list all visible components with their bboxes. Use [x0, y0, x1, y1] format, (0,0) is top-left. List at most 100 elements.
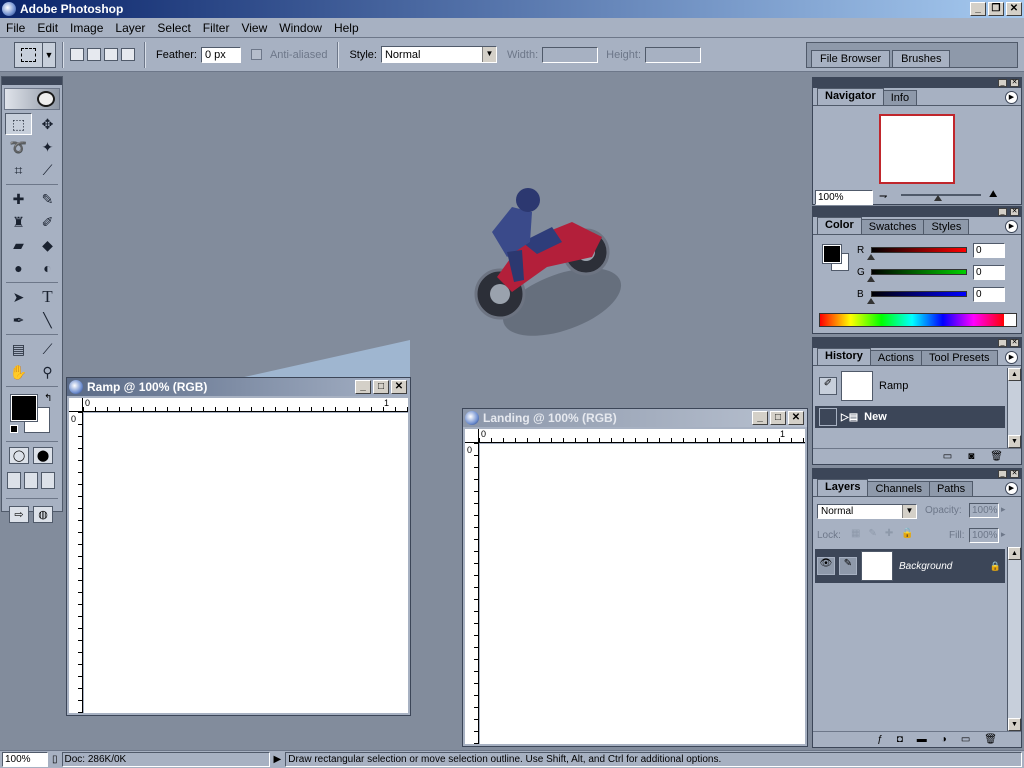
- layer-style-icon[interactable]: ƒ: [877, 734, 883, 745]
- scroll-down-arrow[interactable]: ▼: [1008, 718, 1021, 731]
- g-value-field[interactable]: 0: [973, 265, 1005, 280]
- tab-tool-presets[interactable]: Tool Presets: [920, 350, 998, 365]
- path-selection-tool-icon[interactable]: ➤: [5, 286, 32, 308]
- adobe-online-logo[interactable]: [4, 88, 60, 110]
- history-state-selected[interactable]: ▷▤ New: [815, 406, 1005, 428]
- palette-menu-icon[interactable]: ▶: [1005, 91, 1018, 104]
- scroll-up-arrow[interactable]: ▲: [1008, 368, 1021, 381]
- full-screen-menu-mode-icon[interactable]: [24, 472, 38, 489]
- brush-icon[interactable]: ✎: [839, 557, 857, 575]
- r-slider[interactable]: [871, 247, 967, 253]
- doc-close-button[interactable]: ✕: [788, 411, 804, 425]
- swap-colors-icon[interactable]: ↰: [44, 393, 52, 404]
- g-slider-thumb[interactable]: [867, 276, 875, 282]
- file-browser-tab[interactable]: File Browser: [811, 50, 891, 67]
- crop-tool-icon[interactable]: ⌗: [5, 159, 32, 181]
- palette-minimize-button[interactable]: _: [998, 79, 1007, 87]
- minimize-button[interactable]: _: [970, 2, 986, 16]
- new-document-from-state-icon[interactable]: ▭: [943, 451, 952, 462]
- quick-mask-mode-icon[interactable]: ⬤: [33, 447, 53, 464]
- status-doc-icon[interactable]: ▯: [52, 754, 58, 765]
- layer-row-background[interactable]: 👁 ✎ Background 🔒: [815, 549, 1005, 583]
- eyedropper-tool-icon[interactable]: ⟋: [34, 338, 61, 360]
- clone-stamp-tool-icon[interactable]: ♜: [5, 211, 32, 233]
- palette-minimize-button[interactable]: _: [998, 470, 1007, 478]
- standard-mode-icon[interactable]: ◯: [9, 447, 29, 464]
- dodge-tool-icon[interactable]: ◐: [34, 257, 61, 279]
- tool-preset-picker[interactable]: ▼: [14, 41, 56, 68]
- tab-actions[interactable]: Actions: [869, 350, 922, 365]
- palette-header[interactable]: _ ✕: [813, 469, 1021, 479]
- zoom-tool-icon[interactable]: ⚲: [34, 361, 61, 383]
- antialiased-checkbox[interactable]: [250, 49, 262, 60]
- slice-tool-icon[interactable]: ⟋: [34, 159, 61, 181]
- slider-thumb[interactable]: [934, 195, 942, 201]
- brushes-tab[interactable]: Brushes: [892, 50, 951, 67]
- ruler-origin[interactable]: [465, 429, 479, 443]
- adjustment-layer-icon[interactable]: ◑: [941, 734, 947, 745]
- ruler-origin[interactable]: [69, 398, 83, 412]
- palette-menu-icon[interactable]: ▶: [1005, 482, 1018, 495]
- new-snapshot-icon[interactable]: ◙: [968, 451, 974, 462]
- fill-field[interactable]: 100%: [969, 528, 999, 543]
- photoshop-app-icon[interactable]: [2, 2, 16, 16]
- navigator-thumbnail[interactable]: [879, 114, 955, 184]
- tab-info[interactable]: Info: [882, 90, 918, 105]
- imageready-icon[interactable]: ◍: [33, 506, 53, 523]
- type-tool-icon[interactable]: T: [34, 286, 61, 308]
- trash-icon[interactable]: 🗑: [984, 734, 997, 745]
- canvas-landing[interactable]: [480, 444, 805, 744]
- palette-header[interactable]: _ ✕: [813, 338, 1021, 348]
- zoom-out-icon[interactable]: ⇁: [879, 191, 887, 202]
- jump-to-imageready-icon[interactable]: ⇨: [9, 506, 29, 523]
- menu-edit[interactable]: Edit: [31, 21, 64, 35]
- menu-image[interactable]: Image: [64, 21, 109, 35]
- doc-close-button[interactable]: ✕: [391, 380, 407, 394]
- canvas-ramp[interactable]: [84, 413, 408, 713]
- scroll-up-arrow[interactable]: ▲: [1008, 547, 1021, 560]
- palette-header[interactable]: _ ✕: [813, 78, 1021, 88]
- menu-layer[interactable]: Layer: [109, 21, 151, 35]
- close-button[interactable]: ✕: [1006, 2, 1022, 16]
- palette-menu-icon[interactable]: ▶: [1005, 351, 1018, 364]
- full-screen-mode-icon[interactable]: [41, 472, 55, 489]
- palette-minimize-button[interactable]: _: [998, 339, 1007, 347]
- opacity-arrow-icon[interactable]: ▸: [1001, 504, 1006, 515]
- palette-header[interactable]: _ ✕: [813, 207, 1021, 217]
- tab-layers[interactable]: Layers: [817, 479, 869, 496]
- fill-arrow-icon[interactable]: ▸: [1001, 529, 1006, 540]
- line-tool-icon[interactable]: ╲: [34, 309, 61, 331]
- lock-icons[interactable]: ▦✎✚🔒: [851, 528, 922, 539]
- navigator-zoom-field[interactable]: 100%: [815, 190, 873, 205]
- palette-close-button[interactable]: ✕: [1010, 208, 1019, 216]
- palette-minimize-button[interactable]: _: [998, 208, 1007, 216]
- doc-titlebar-landing[interactable]: Landing @ 100% (RGB) _ □ ✕: [463, 409, 807, 427]
- history-brush-tool-icon[interactable]: ✐: [34, 211, 61, 233]
- status-menu-arrow-icon[interactable]: ▶: [274, 754, 282, 765]
- doc-minimize-button[interactable]: _: [752, 411, 768, 425]
- history-brush-source-icon[interactable]: ✐: [819, 377, 837, 395]
- healing-brush-tool-icon[interactable]: ✚: [5, 188, 32, 210]
- scroll-down-arrow[interactable]: ▼: [1008, 435, 1021, 448]
- doc-minimize-button[interactable]: _: [355, 380, 371, 394]
- tab-swatches[interactable]: Swatches: [860, 219, 925, 234]
- new-group-icon[interactable]: ▬: [917, 734, 927, 745]
- doc-titlebar-ramp[interactable]: Ramp @ 100% (RGB) _ □ ✕: [67, 378, 410, 396]
- menu-help[interactable]: Help: [328, 21, 365, 35]
- style-select[interactable]: Normal ▼: [380, 46, 497, 63]
- vertical-ruler[interactable]: 0: [465, 443, 479, 744]
- color-ramp-bar[interactable]: [819, 313, 1017, 327]
- tab-styles[interactable]: Styles: [923, 219, 970, 234]
- subtract-from-selection-icon[interactable]: [104, 48, 118, 61]
- new-layer-icon[interactable]: ▭: [961, 734, 970, 745]
- magic-wand-tool-icon[interactable]: ✦: [34, 136, 61, 158]
- opacity-field[interactable]: 100%: [969, 503, 999, 518]
- tab-color[interactable]: Color: [817, 217, 862, 234]
- add-to-selection-icon[interactable]: [87, 48, 101, 61]
- b-value-field[interactable]: 0: [973, 287, 1005, 302]
- hand-tool-icon[interactable]: ✋: [5, 361, 32, 383]
- eye-icon[interactable]: 👁: [817, 557, 835, 575]
- foreground-color-swatch[interactable]: [10, 394, 38, 422]
- menu-window[interactable]: Window: [273, 21, 328, 35]
- layers-scrollbar[interactable]: ▲ ▼: [1007, 547, 1021, 731]
